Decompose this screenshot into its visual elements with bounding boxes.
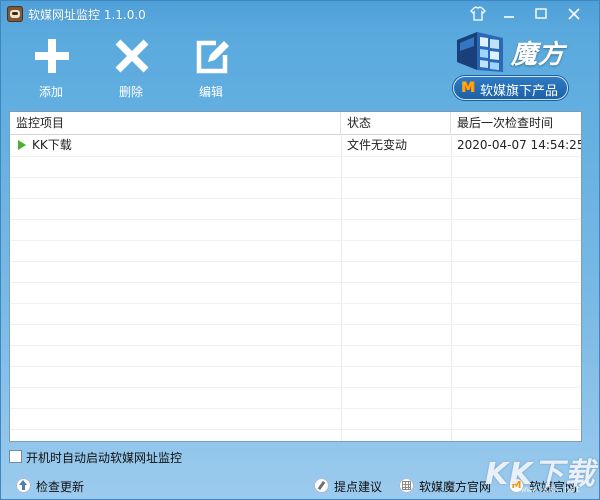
watermark-url: www.kkx.net [521,485,581,495]
pen-icon [314,478,329,493]
suggest-label: 提点建议 [334,480,383,494]
row-divider [10,156,581,157]
column-header-last-check[interactable]: 最后一次检查时间 [451,112,581,134]
row-divider [10,324,581,325]
ruanmei-products-label: 软媒旗下产品 [480,84,559,99]
row-divider [10,177,581,178]
row-divider [10,282,581,283]
edit-button-label: 编辑 [198,85,223,99]
list-header: 监控项目 状态 最后一次检查时间 [10,112,581,135]
autostart-checkbox[interactable] [9,450,22,463]
ruanmei-logo-icon: M [461,80,475,96]
row-divider [10,261,581,262]
row-divider [10,387,581,388]
add-button[interactable]: 添加 [21,37,81,99]
skin-shirt-icon[interactable] [468,5,488,23]
row-last-check: 2020-04-07 14:54:25 [457,138,582,152]
column-header-status[interactable]: 状态 [341,112,451,134]
cross-icon [115,39,149,73]
row-divider [10,366,581,367]
upload-arrow-icon [16,478,31,493]
title-bar[interactable]: 软媒网址监控 1.1.0.0 [1,1,599,27]
edit-icon [196,40,229,74]
delete-button[interactable]: 删除 [101,37,161,99]
minimize-icon[interactable] [499,5,519,23]
app-logo-icon [7,6,23,22]
ruanmei-products-button[interactable]: M 软媒旗下产品 [453,76,568,100]
row-item-name: KK下载 [32,138,72,152]
column-divider [341,134,342,441]
row-divider [10,345,581,346]
row-divider [10,408,581,409]
delete-button-label: 删除 [118,85,143,99]
row-divider [10,303,581,304]
table-row[interactable]: KK下载 文件无变动 2020-04-07 14:54:25 [10,135,581,156]
edit-button[interactable]: 编辑 [181,37,241,99]
grid-globe-icon [399,478,414,493]
close-icon[interactable] [564,5,584,23]
check-update-label: 检查更新 [36,480,85,494]
column-divider [451,134,452,441]
row-divider [10,219,581,220]
brand-name: 魔方 [511,40,566,70]
row-status: 文件无变动 [347,138,408,152]
autostart-label[interactable]: 开机时自动启动软媒网址监控 [26,449,182,466]
mofang-brand: 魔方 [453,28,571,74]
plus-icon [35,39,69,73]
monitor-list[interactable]: 监控项目 状态 最后一次检查时间 KK下载 文件无变动 2020-04-07 1… [9,111,582,442]
column-header-item[interactable]: 监控项目 [10,112,341,134]
mofang-cube-icon [457,32,503,72]
row-divider [10,429,581,430]
app-window: 软媒网址监控 1.1.0.0 添加 删除 编辑 魔方 M 软媒旗下产品 监控项目… [0,0,600,500]
row-divider [10,240,581,241]
maximize-icon[interactable] [531,5,551,23]
window-title: 软媒网址监控 1.1.0.0 [28,8,146,22]
add-button-label: 添加 [38,85,63,99]
row-divider [10,198,581,199]
mofang-site-label: 软媒魔方官网 [419,480,492,494]
